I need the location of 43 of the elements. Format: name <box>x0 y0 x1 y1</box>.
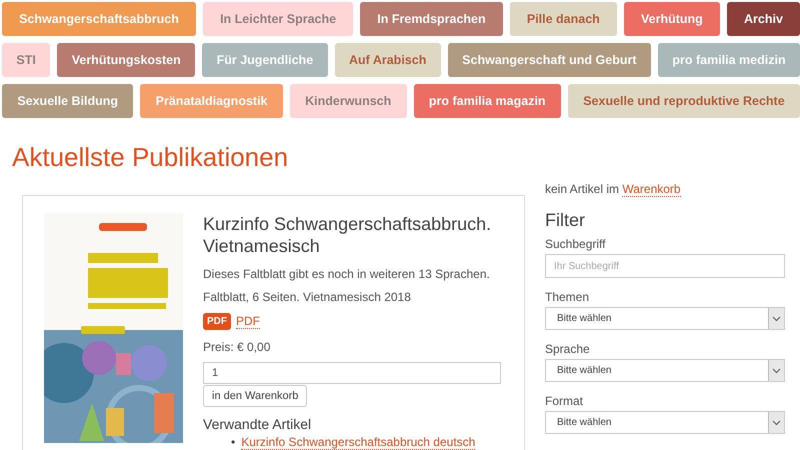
cart-link[interactable]: Warenkorb <box>622 182 681 197</box>
page-heading: Aktuellste Publikationen <box>12 142 288 173</box>
select-dropdown[interactable]: Bitte wählen <box>545 359 785 382</box>
publication-details: Faltblatt, 6 Seiten. Vietnamesisch 2018 <box>203 290 411 304</box>
category-tile[interactable]: Verhütungskosten <box>57 43 196 77</box>
publication-note: Dieses Faltblatt gibt es noch in weiteren 13 Sprachen. <box>203 267 490 281</box>
category-tile[interactable]: Sexuelle und reproduktive Rechte <box>568 84 800 118</box>
category-tile[interactable]: Schwangerschaftsabbruch <box>2 2 196 36</box>
pdf-link[interactable]: PDF <box>236 314 260 329</box>
chevron-down-icon <box>768 412 784 433</box>
select-dropdown[interactable]: Bitte wählen <box>545 307 785 330</box>
add-to-cart-button[interactable]: in den Warenkorb <box>203 385 308 407</box>
search-field[interactable]: Ihr Suchbegriff <box>545 254 785 278</box>
category-tile[interactable]: Kinderwunsch <box>290 84 407 118</box>
category-tile[interactable]: pro familia medizin <box>658 43 800 77</box>
chevron-down-icon <box>768 360 784 381</box>
field-label: Sprache <box>545 342 591 356</box>
quantity-field[interactable]: 1 <box>203 362 501 384</box>
field-label: Themen <box>545 290 590 304</box>
category-tile[interactable]: In Fremdsprachen <box>360 2 503 36</box>
category-tile[interactable]: Sexuelle Bildung <box>2 84 134 118</box>
related-link[interactable]: Kurzinfo Schwangerschaftsabbruch deutsch <box>241 435 476 450</box>
category-tile[interactable]: Für Jugendliche <box>202 43 328 77</box>
select-dropdown[interactable]: Bitte wählen <box>545 411 785 434</box>
related-heading: Verwandte Artikel <box>203 416 312 432</box>
category-tile[interactable]: Pränataldiagnostik <box>140 84 283 118</box>
category-tile[interactable]: In Leichter Sprache <box>202 2 354 36</box>
bullet: • <box>231 435 236 449</box>
category-tile[interactable]: Schwangerschaft und Geburt <box>448 43 651 77</box>
field-label: Suchbegriff <box>545 237 606 251</box>
category-tile[interactable]: Auf Arabisch <box>334 43 441 77</box>
category-tile[interactable]: Pille danach <box>510 2 617 36</box>
category-tile[interactable]: Verhütung <box>624 2 720 36</box>
filter-heading: Filter <box>545 210 586 231</box>
pdf-badge: PDF <box>203 313 231 330</box>
chevron-down-icon <box>768 308 784 329</box>
publication-title: Kurzinfo Schwangerschaftsabbruch. Vietnamesisch <box>203 213 492 257</box>
category-tile[interactable]: pro familia magazin <box>414 84 561 118</box>
price-label: Preis: € 0,00 <box>203 340 270 354</box>
category-tile[interactable]: STI <box>2 43 50 77</box>
cart-status: kein Artikel im Warenkorb <box>545 182 682 196</box>
category-tile[interactable]: Archiv <box>726 2 800 36</box>
field-label: Format <box>545 394 584 408</box>
